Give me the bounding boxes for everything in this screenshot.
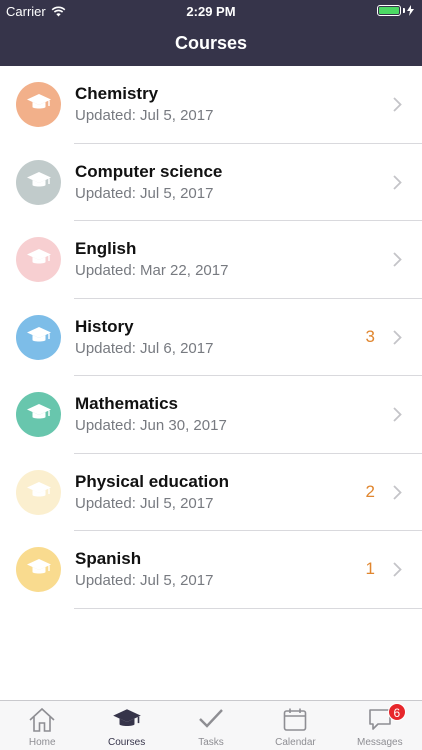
battery-icon: [377, 5, 414, 16]
course-avatar: [16, 82, 61, 127]
graduation-cap-icon: [26, 557, 52, 582]
tab-messages[interactable]: Messages 6: [338, 701, 422, 750]
course-row[interactable]: Computer science Updated: Jul 5, 2017: [0, 144, 422, 222]
status-bar: Carrier 2:29 PM: [0, 0, 422, 22]
unread-messages-badge: 6: [387, 703, 406, 721]
tab-bar: Home Courses Tasks Calendar Messages 6: [0, 700, 422, 750]
course-row[interactable]: Mathematics Updated: Jun 30, 2017: [0, 376, 422, 454]
unread-count: 3: [365, 326, 375, 346]
status-time: 2:29 PM: [186, 4, 236, 19]
calendar-icon: [283, 707, 307, 737]
tab-calendar[interactable]: Calendar: [253, 701, 337, 750]
navigation-bar: Courses: [0, 22, 422, 66]
graduation-cap-icon: [26, 170, 52, 195]
tab-label: Tasks: [198, 737, 224, 748]
graduation-cap-icon: [26, 325, 52, 350]
course-avatar: [16, 314, 61, 360]
course-name: Spanish: [75, 549, 142, 568]
chevron-right-icon: [393, 484, 402, 500]
course-updated: Updated: Jul 5, 2017: [75, 107, 214, 124]
chevron-right-icon: [393, 252, 402, 267]
unread-count: 1: [365, 559, 375, 578]
course-row[interactable]: English Updated: Mar 22, 2017: [0, 221, 422, 299]
course-name: History: [75, 316, 134, 336]
course-name: Chemistry: [75, 84, 159, 103]
unread-count: 2: [365, 481, 375, 501]
chevron-right-icon: [393, 562, 402, 577]
chevron-right-icon: [393, 97, 402, 112]
page-title: Courses: [174, 33, 248, 53]
chevron-right-icon: [393, 329, 402, 345]
checkmark-icon: [198, 707, 224, 736]
graduation-cap-icon: [26, 402, 52, 427]
tab-label: Calendar: [275, 737, 316, 748]
home-icon: [28, 707, 56, 738]
course-row[interactable]: Spanish Updated: Jul 5, 2017 1: [0, 531, 422, 609]
course-avatar: [16, 547, 61, 592]
graduation-cap-icon: [26, 480, 52, 505]
graduation-cap-icon: [26, 247, 52, 272]
course-updated: Updated: Jul 5, 2017: [75, 494, 214, 512]
course-row[interactable]: Chemistry Updated: Jul 5, 2017: [0, 66, 422, 144]
course-row[interactable]: History Updated: Jul 6, 2017 3: [0, 299, 422, 377]
course-avatar: [16, 159, 61, 205]
graduation-cap-icon: [26, 92, 52, 117]
tab-label: Messages: [357, 737, 403, 748]
course-updated: Updated: Mar 22, 2017: [75, 262, 229, 279]
course-updated: Updated: Jul 5, 2017: [75, 572, 214, 589]
graduation-cap-icon: [112, 707, 142, 735]
course-list: Chemistry Updated: Jul 5, 2017 Computer sc…: [0, 66, 422, 609]
course-avatar: [16, 237, 61, 282]
tab-label: Home: [28, 737, 56, 748]
chevron-right-icon: [393, 407, 402, 422]
tab-home[interactable]: Home: [0, 701, 84, 750]
course-avatar: [16, 469, 61, 515]
course-name: Mathematics: [75, 394, 178, 413]
course-name: Computer science: [75, 161, 223, 181]
course-updated: Updated: Jul 6, 2017: [75, 339, 214, 357]
course-row[interactable]: Physical education Updated: Jul 5, 2017 2: [0, 454, 422, 532]
chevron-right-icon: [393, 174, 402, 190]
tab-courses[interactable]: Courses: [84, 701, 168, 750]
charging-bolt-icon: [407, 5, 414, 16]
tab-tasks[interactable]: Tasks: [169, 701, 253, 750]
course-name: English: [75, 239, 137, 258]
course-updated: Updated: Jul 5, 2017: [75, 184, 214, 202]
course-avatar: [16, 392, 61, 437]
course-name: Physical education: [75, 471, 229, 491]
tab-label: Courses: [107, 737, 146, 748]
course-updated: Updated: Jun 30, 2017: [75, 417, 227, 434]
